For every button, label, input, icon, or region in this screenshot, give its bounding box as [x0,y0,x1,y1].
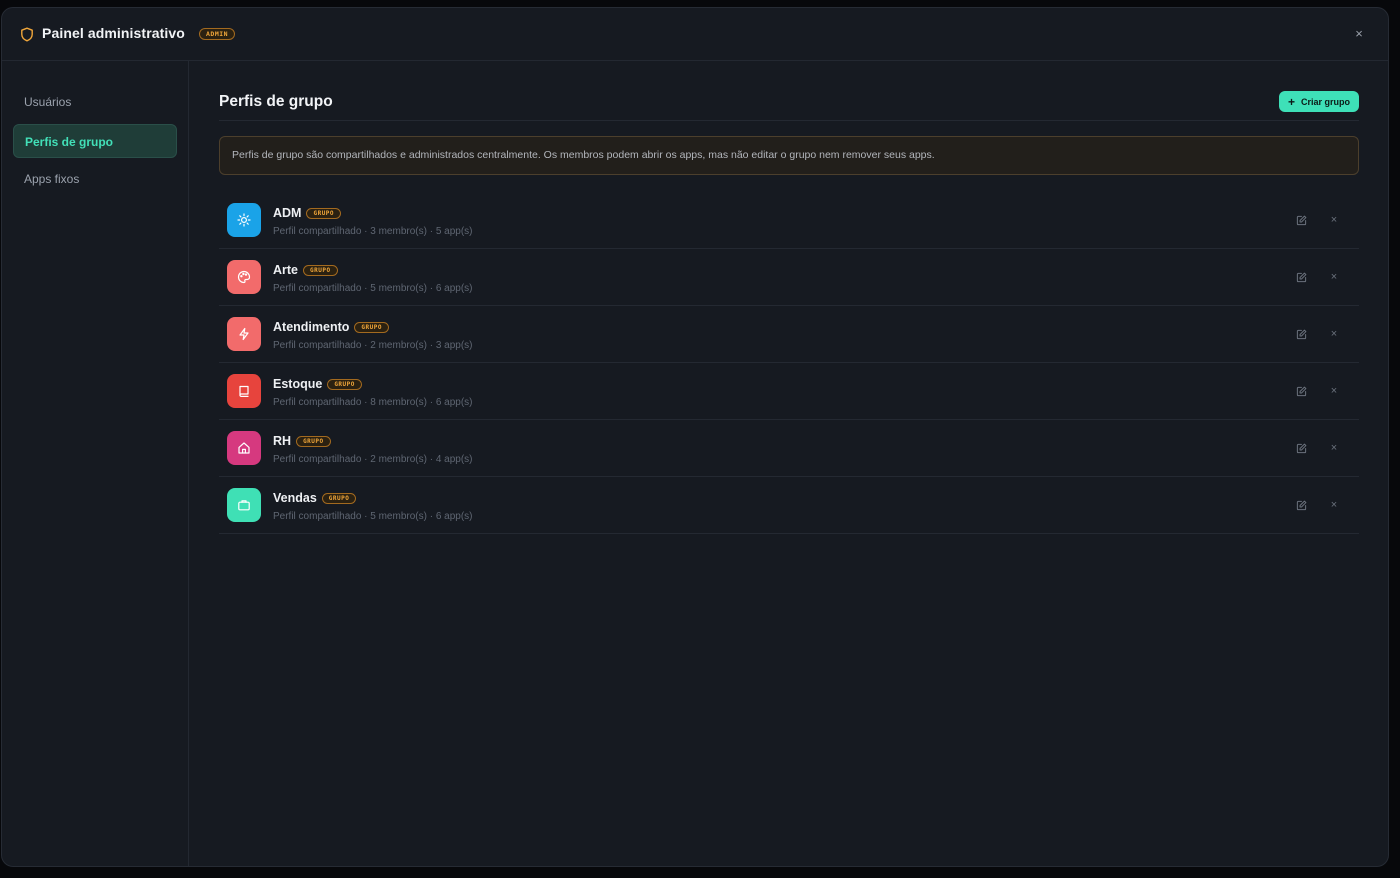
edit-icon[interactable] [1293,497,1309,513]
group-meta: Perfil compartilhado · 5 membro(s) · 6 a… [273,283,473,294]
palette-icon [227,260,261,294]
plus-icon: + [1287,94,1295,109]
group-row[interactable]: Arte GRUPO Perfil compartilhado · 5 memb… [219,249,1359,306]
group-meta: Perfil compartilhado · 2 membro(s) · 3 a… [273,340,473,351]
sidebar-item-perfis-de-grupo[interactable]: Perfis de grupo [13,124,177,158]
app-title: Painel administrativo [42,25,185,41]
group-name: ADM [273,206,302,220]
group-name: Vendas [273,491,317,505]
remove-icon[interactable]: × [1326,212,1342,228]
edit-icon[interactable] [1293,440,1309,456]
group-badge: GRUPO [327,378,362,390]
group-badge: GRUPO [296,435,331,447]
admin-panel-window: Painel administrativo ADMIN × Usuários P… [1,7,1389,867]
edit-icon[interactable] [1293,383,1309,399]
sun-icon [227,203,261,237]
info-notice: Perfis de grupo são compartilhados e adm… [219,136,1359,175]
sidebar-item-usuarios[interactable]: Usuários [13,85,177,119]
group-meta: Perfil compartilhado · 2 membro(s) · 4 a… [273,454,473,465]
group-name: Estoque [273,377,323,391]
sidebar-item-apps-fixos[interactable]: Apps fixos [13,162,177,196]
group-badge: GRUPO [303,264,338,276]
group-row[interactable]: Atendimento GRUPO Perfil compartilhado ·… [219,306,1359,363]
main-content: Perfis de grupo + Criar grupo Perfis de … [190,61,1388,866]
group-row[interactable]: Estoque GRUPO Perfil compartilhado · 8 m… [219,363,1359,420]
group-name: Atendimento [273,320,350,334]
group-badge: GRUPO [354,321,389,333]
create-group-label: Criar grupo [1300,96,1350,107]
titlebar: Painel administrativo ADMIN × [2,8,1388,61]
group-row[interactable]: RH GRUPO Perfil compartilhado · 2 membro… [219,420,1359,477]
briefcase-icon [227,488,261,522]
remove-icon[interactable]: × [1326,440,1342,456]
header-divider [219,120,1359,121]
lightning-icon [227,317,261,351]
page-title: Perfis de grupo [219,93,333,110]
home-icon [227,431,261,465]
group-meta: Perfil compartilhado · 8 membro(s) · 6 a… [273,397,473,408]
create-group-button[interactable]: + Criar grupo [1278,91,1359,112]
group-list: ADM GRUPO Perfil compartilhado · 3 membr… [219,192,1359,534]
remove-icon[interactable]: × [1326,326,1342,342]
remove-icon[interactable]: × [1326,269,1342,285]
edit-icon[interactable] [1293,269,1309,285]
edit-icon[interactable] [1293,326,1309,342]
group-row[interactable]: Vendas GRUPO Perfil compartilhado · 5 me… [219,477,1359,534]
sidebar: Usuários Perfis de grupo Apps fixos [2,61,189,866]
remove-icon[interactable]: × [1326,497,1342,513]
admin-badge: ADMIN [199,28,236,40]
close-window-button[interactable]: × [1350,25,1368,43]
group-row[interactable]: ADM GRUPO Perfil compartilhado · 3 membr… [219,192,1359,249]
edit-icon[interactable] [1293,212,1309,228]
shield-icon [21,27,33,42]
group-name: Arte [273,263,299,277]
group-meta: Perfil compartilhado · 5 membro(s) · 6 a… [273,511,473,522]
remove-icon[interactable]: × [1326,383,1342,399]
group-badge: GRUPO [321,492,357,504]
group-meta: Perfil compartilhado · 3 membro(s) · 5 a… [273,226,473,237]
group-name: RH [273,434,292,448]
book-icon [227,374,261,408]
group-badge: GRUPO [306,207,342,219]
